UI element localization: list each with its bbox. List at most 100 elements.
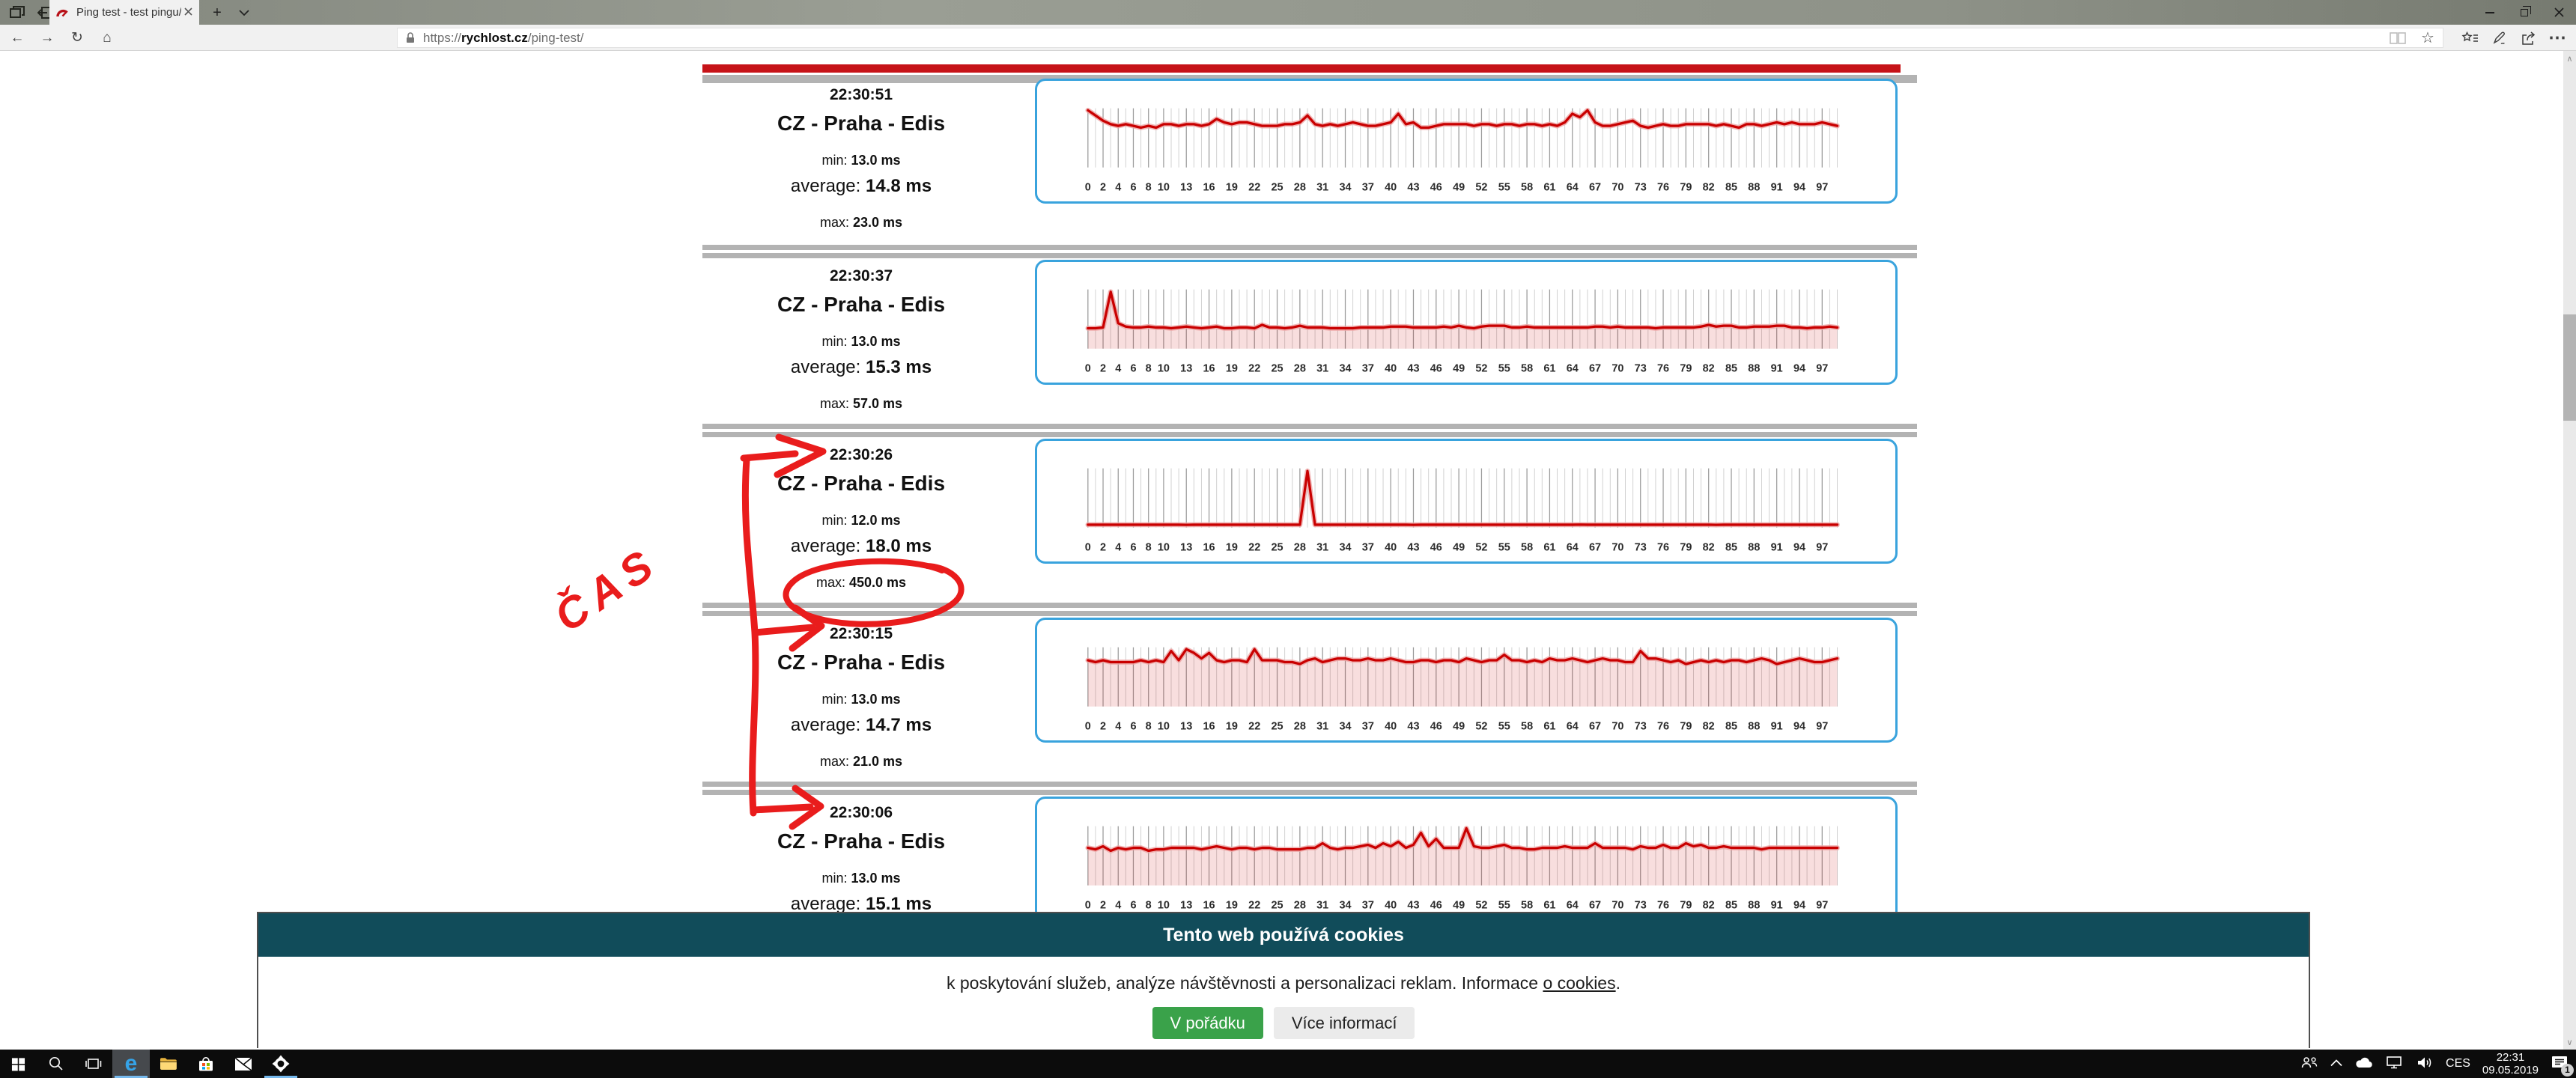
- forward-button[interactable]: →: [34, 25, 60, 51]
- tray-chevron-up-icon[interactable]: [2330, 1057, 2342, 1071]
- svg-text:52: 52: [1475, 182, 1487, 194]
- web-note-pen-icon[interactable]: [2488, 25, 2513, 51]
- svg-text:88: 88: [1748, 721, 1760, 733]
- new-tab-button[interactable]: +: [207, 3, 228, 22]
- svg-text:40: 40: [1385, 363, 1397, 375]
- svg-text:49: 49: [1453, 721, 1465, 733]
- svg-text:76: 76: [1657, 900, 1669, 912]
- svg-text:28: 28: [1294, 363, 1306, 375]
- back-button[interactable]: ←: [4, 25, 30, 51]
- min-ping: min: 12.0 ms: [696, 513, 1026, 529]
- svg-text:25: 25: [1271, 182, 1283, 194]
- svg-text:8: 8: [1146, 542, 1152, 554]
- svg-text:34: 34: [1339, 363, 1351, 375]
- tabs-set-aside-view-icon[interactable]: [7, 4, 27, 21]
- svg-text:16: 16: [1203, 182, 1215, 194]
- test-timestamp: 22:30:06: [696, 804, 1026, 822]
- svg-text:94: 94: [1793, 542, 1805, 554]
- onedrive-cloud-icon[interactable]: [2354, 1056, 2374, 1072]
- min-ping: min: 13.0 ms: [696, 871, 1026, 886]
- clock-time: 22:31: [2482, 1051, 2539, 1064]
- refresh-button[interactable]: ↻: [64, 25, 90, 51]
- svg-text:82: 82: [1703, 363, 1715, 375]
- add-favorite-star-icon[interactable]: ☆: [2415, 28, 2440, 48]
- svg-text:8: 8: [1146, 900, 1152, 912]
- min-ping: min: 13.0 ms: [696, 153, 1026, 168]
- home-button[interactable]: ⌂: [94, 25, 120, 51]
- svg-text:97: 97: [1816, 542, 1828, 554]
- svg-text:16: 16: [1203, 542, 1215, 554]
- taskbar-sharex-icon[interactable]: [262, 1050, 300, 1078]
- svg-text:49: 49: [1453, 182, 1465, 194]
- max-ping: max: 450.0 ms: [696, 575, 1026, 591]
- favorites-hub-icon[interactable]: [2458, 25, 2483, 51]
- people-icon[interactable]: [2300, 1055, 2318, 1074]
- svg-text:58: 58: [1521, 900, 1533, 912]
- svg-text:79: 79: [1680, 721, 1692, 733]
- svg-text:10: 10: [1158, 721, 1170, 733]
- svg-text:31: 31: [1316, 363, 1328, 375]
- svg-text:31: 31: [1316, 721, 1328, 733]
- taskbar-mail-icon[interactable]: [225, 1050, 262, 1078]
- svg-text:91: 91: [1771, 900, 1783, 912]
- browser-tab[interactable]: Ping test - test pingu/o: [49, 0, 199, 25]
- svg-text:16: 16: [1203, 900, 1215, 912]
- search-icon[interactable]: [37, 1050, 75, 1078]
- svg-text:61: 61: [1543, 721, 1555, 733]
- svg-text:43: 43: [1407, 542, 1419, 554]
- ping-chart: 0246810131619222528313437404346495255586…: [1037, 620, 1895, 740]
- svg-text:61: 61: [1543, 363, 1555, 375]
- scrollbar-thumb[interactable]: [2563, 314, 2576, 421]
- network-icon[interactable]: [2386, 1056, 2404, 1073]
- svg-text:55: 55: [1498, 721, 1510, 733]
- svg-text:16: 16: [1203, 363, 1215, 375]
- svg-text:82: 82: [1703, 542, 1715, 554]
- svg-text:4: 4: [1115, 542, 1121, 554]
- svg-text:73: 73: [1635, 182, 1647, 194]
- svg-text:85: 85: [1725, 721, 1737, 733]
- scroll-up-icon[interactable]: ∧: [2563, 52, 2576, 64]
- test-server-location: CZ - Praha - Edis: [696, 293, 1026, 317]
- task-view-icon[interactable]: [75, 1050, 112, 1078]
- svg-text:13: 13: [1180, 363, 1192, 375]
- svg-text:25: 25: [1271, 900, 1283, 912]
- svg-text:97: 97: [1816, 182, 1828, 194]
- cookie-info-link[interactable]: o cookies: [1543, 973, 1615, 993]
- browser-toolbar: ← → ↻ ⌂ https://rychlost.cz/ping-test/ ☆…: [0, 25, 2576, 51]
- svg-text:64: 64: [1567, 900, 1579, 912]
- test-server-location: CZ - Praha - Edis: [696, 472, 1026, 496]
- tab-preview-chevron-icon[interactable]: [234, 3, 255, 22]
- volume-icon[interactable]: [2416, 1055, 2434, 1074]
- url-text: https://rychlost.cz/ping-test/: [423, 31, 584, 46]
- start-button[interactable]: [0, 1050, 37, 1078]
- ping-test-result: 22:30:26 CZ - Praha - Edis min: 12.0 ms …: [0, 439, 2576, 618]
- action-center-icon[interactable]: 1: [2551, 1055, 2569, 1074]
- cookie-accept-button[interactable]: V pořádku: [1152, 1007, 1263, 1039]
- svg-text:43: 43: [1407, 721, 1419, 733]
- taskbar-store-icon[interactable]: [187, 1050, 225, 1078]
- cookie-banner-text: k poskytování služeb, analýze návštěvnos…: [258, 973, 2309, 993]
- taskbar-clock[interactable]: 22:31 09.05.2019: [2482, 1051, 2539, 1077]
- svg-text:58: 58: [1521, 363, 1533, 375]
- language-indicator[interactable]: CES: [2446, 1057, 2470, 1071]
- svg-text:79: 79: [1680, 900, 1692, 912]
- window-minimize-button[interactable]: [2473, 0, 2507, 25]
- tab-close-icon[interactable]: [184, 6, 192, 19]
- scroll-down-icon[interactable]: ∨: [2563, 1036, 2576, 1048]
- lock-icon: [405, 31, 416, 44]
- window-close-button[interactable]: [2542, 0, 2576, 25]
- address-bar[interactable]: https://rychlost.cz/ping-test/: [397, 28, 2443, 48]
- share-icon[interactable]: [2516, 25, 2542, 51]
- reading-view-icon[interactable]: [2385, 28, 2411, 48]
- svg-text:6: 6: [1130, 900, 1136, 912]
- taskbar-edge-icon[interactable]: e: [112, 1050, 150, 1078]
- cookie-more-info-button[interactable]: Více informací: [1274, 1007, 1415, 1039]
- svg-text:67: 67: [1589, 721, 1601, 733]
- svg-text:0: 0: [1085, 363, 1091, 375]
- settings-ellipsis-icon[interactable]: ⋯: [2545, 25, 2570, 51]
- taskbar-file-explorer-icon[interactable]: [150, 1050, 187, 1078]
- min-ping: min: 13.0 ms: [696, 334, 1026, 350]
- svg-text:10: 10: [1158, 900, 1170, 912]
- page-scrollbar[interactable]: ∧ ∨: [2563, 51, 2576, 1050]
- window-restore-button[interactable]: [2507, 0, 2542, 25]
